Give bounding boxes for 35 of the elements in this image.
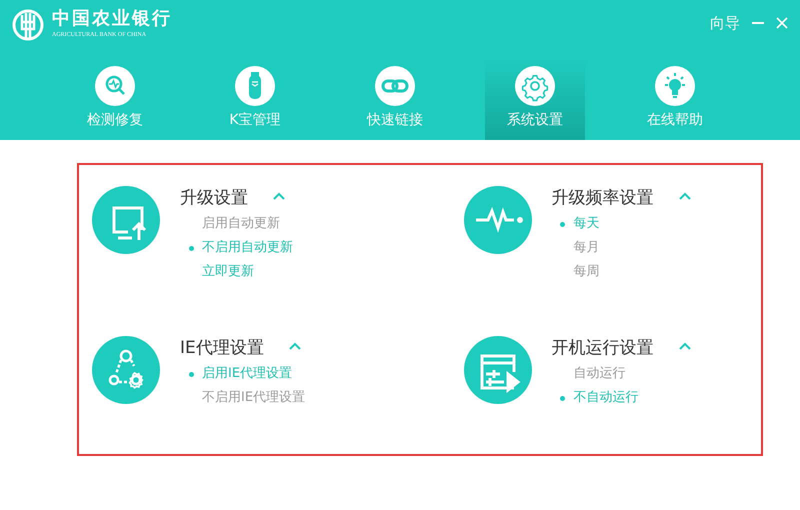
setting-option[interactable]: 自动运行 xyxy=(574,364,626,384)
caret-icon[interactable] xyxy=(678,341,692,351)
magnifier-icon xyxy=(95,66,135,106)
setting-option[interactable]: 不启用IE代理设置 xyxy=(202,388,306,408)
caret-icon[interactable] xyxy=(288,341,302,351)
setting-option[interactable]: 每天 xyxy=(574,214,600,234)
setting-option[interactable]: 不自动运行 xyxy=(574,388,638,408)
nav-tab[interactable]: 检测修复 xyxy=(65,60,165,140)
window-slider-icon xyxy=(464,336,532,404)
bank-logo-icon xyxy=(12,9,44,41)
lightbulb-icon xyxy=(655,66,695,106)
setting-option[interactable]: 每月 xyxy=(574,238,600,258)
setting-option[interactable]: 启用IE代理设置 xyxy=(202,364,292,384)
network-gear-icon xyxy=(92,336,160,404)
update-now-link[interactable]: 立即更新 xyxy=(202,262,254,282)
nav-tab[interactable]: 在线帮助 xyxy=(625,60,725,140)
close-icon[interactable] xyxy=(776,17,788,30)
caret-icon[interactable] xyxy=(678,191,692,201)
nav-tab[interactable]: 快速链接 xyxy=(345,60,445,140)
caret-icon[interactable] xyxy=(272,191,286,201)
guide-button[interactable]: 向导 xyxy=(710,12,740,34)
bank-name: 中国农业银行 xyxy=(52,9,172,29)
section-title: 升级频率设置 xyxy=(552,187,654,210)
setting-option[interactable]: 每周 xyxy=(574,262,600,282)
section-title: IE代理设置 xyxy=(180,337,264,360)
section-title: 开机运行设置 xyxy=(552,337,654,360)
section-title: 升级设置 xyxy=(180,187,248,210)
setting-option[interactable]: 不启用自动更新 xyxy=(202,238,293,258)
nav-tab[interactable]: K宝管理 xyxy=(205,60,305,140)
usb-key-icon xyxy=(235,66,275,106)
link-icon xyxy=(375,66,415,106)
settings-icon xyxy=(515,66,555,106)
pulse-icon xyxy=(464,186,532,254)
setting-option[interactable]: 启用自动更新 xyxy=(202,214,280,234)
monitor-upload-icon xyxy=(92,186,160,254)
